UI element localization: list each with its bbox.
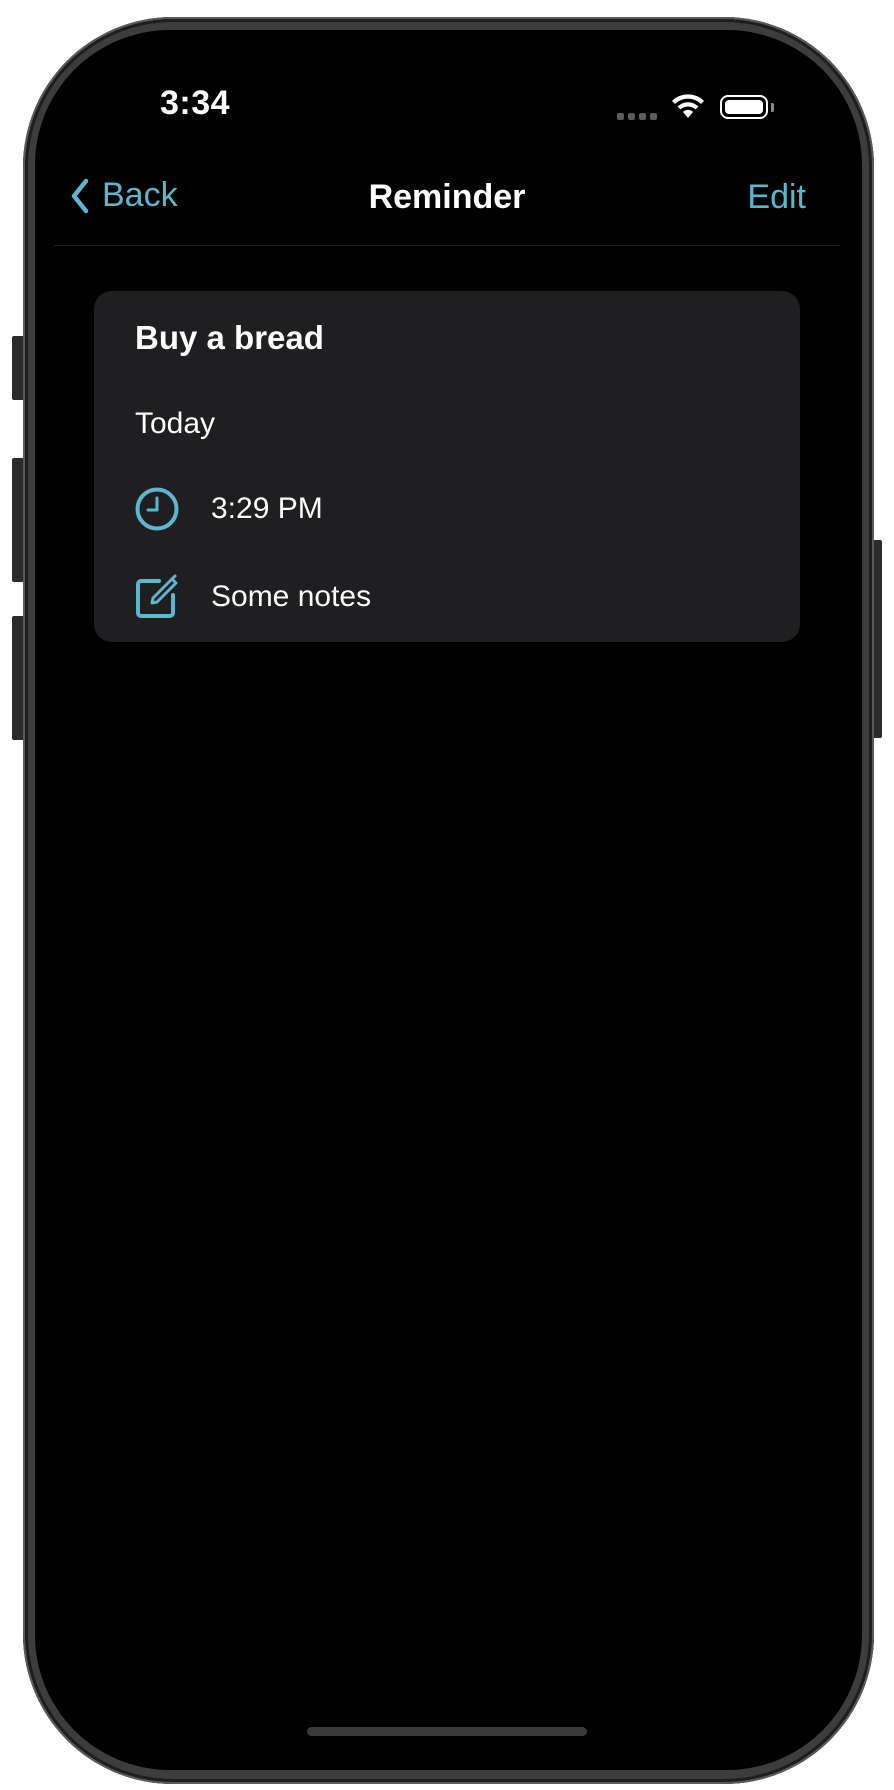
battery-icon bbox=[720, 95, 768, 119]
edit-button[interactable]: Edit bbox=[747, 178, 806, 217]
reminder-title: Buy a bread bbox=[135, 319, 324, 356]
battery-tip bbox=[771, 103, 774, 112]
reminder-notes: Some notes bbox=[211, 580, 372, 613]
home-indicator[interactable] bbox=[307, 1727, 587, 1736]
nav-divider bbox=[54, 245, 840, 246]
reminder-time-row: 3:29 PM bbox=[133, 485, 323, 533]
reminder-date: Today bbox=[135, 407, 216, 440]
reminder-card: Buy a bread Today 3:29 PM Some notes bbox=[94, 291, 800, 642]
reminder-time: 3:29 PM bbox=[211, 492, 323, 525]
cellular-signal-icon bbox=[617, 113, 657, 120]
reminder-notes-row: Some notes bbox=[133, 573, 371, 621]
status-time: 3:34 bbox=[160, 84, 231, 122]
edit-note-icon bbox=[136, 574, 178, 618]
clock-icon bbox=[135, 487, 179, 531]
wifi-icon bbox=[672, 94, 704, 118]
